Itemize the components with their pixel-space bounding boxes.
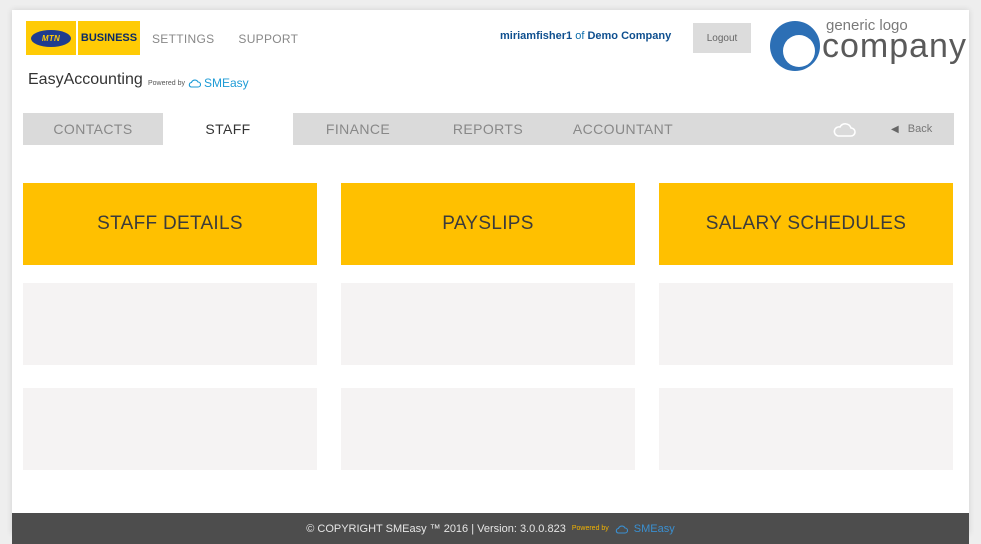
footer-powered-by: Powered by: [571, 525, 609, 532]
username-link[interactable]: miriamfisher1: [500, 30, 572, 42]
user-of-text: of: [575, 30, 585, 42]
tab-finance[interactable]: FINANCE: [303, 113, 413, 145]
back-label: Back: [907, 123, 933, 135]
cloud-icon[interactable]: [833, 118, 857, 140]
company-logo-company-text: company: [822, 27, 967, 65]
main-nav: CONTACTS STAFF FINANCE REPORTS ACCOUNTAN…: [23, 113, 954, 145]
app-name: EasyAccounting: [28, 71, 143, 88]
footer-smeasy-cloud-icon: [615, 524, 628, 534]
app-page: MTN BUSINESS SETTINGS SUPPORT EasyAccoun…: [12, 10, 970, 544]
payslips-label: PAYSLIPS: [442, 213, 534, 234]
smeasy-cloud-icon: [188, 79, 201, 88]
company-name-link[interactable]: Demo Company: [587, 30, 671, 42]
mtn-business-logo[interactable]: MTN BUSINESS: [26, 21, 140, 55]
tab-contacts[interactable]: CONTACTS: [23, 113, 163, 145]
staff-details-tile[interactable]: STAFF DETAILS: [23, 183, 317, 265]
payslips-tile[interactable]: PAYSLIPS: [341, 183, 635, 265]
empty-tile: [341, 388, 635, 470]
top-nav: SETTINGS SUPPORT: [152, 32, 298, 46]
tab-reports[interactable]: REPORTS: [433, 113, 543, 145]
smeasy-brand-text: SMEasy: [203, 76, 249, 90]
empty-tile: [23, 283, 317, 365]
company-logo: generic logo company: [770, 15, 970, 73]
staff-details-label: STAFF DETAILS: [97, 213, 243, 234]
business-label: BUSINESS: [78, 21, 140, 55]
empty-tile: [341, 283, 635, 365]
tab-staff[interactable]: STAFF: [163, 113, 293, 145]
powered-by-text: Powered by: [148, 79, 185, 87]
empty-tile: [659, 283, 953, 365]
footer-smeasy-brand: SMEasy: [633, 522, 675, 535]
mtn-logo-icon: MTN: [31, 29, 71, 47]
support-link[interactable]: SUPPORT: [238, 32, 298, 46]
back-button[interactable]: ◀ Back: [891, 113, 932, 145]
logout-button[interactable]: Logout: [693, 23, 751, 53]
powered-by-smeasy: Powered by SMEasy: [148, 76, 249, 90]
mtn-logo-box: MTN: [26, 21, 76, 55]
settings-link[interactable]: SETTINGS: [152, 32, 214, 46]
salary-schedules-tile[interactable]: SALARY SCHEDULES: [659, 183, 953, 265]
footer: © COPYRIGHT SMEasy ™ 2016 | Version: 3.0…: [12, 513, 969, 544]
tab-accountant[interactable]: ACCOUNTANT: [558, 113, 688, 145]
empty-tile: [23, 388, 317, 470]
user-info: miriamfisher1 of Demo Company: [500, 30, 671, 42]
back-arrow-icon: ◀: [891, 124, 899, 135]
company-logo-icon: [770, 21, 820, 71]
empty-tile: [659, 388, 953, 470]
footer-copyright: © COPYRIGHT SMEasy ™ 2016 | Version: 3.0…: [306, 522, 566, 535]
salary-schedules-label: SALARY SCHEDULES: [705, 213, 907, 234]
